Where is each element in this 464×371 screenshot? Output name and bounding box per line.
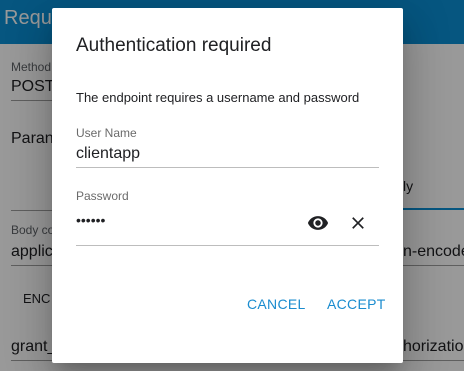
password-label: Password <box>76 189 129 203</box>
close-icon <box>348 213 368 238</box>
eye-icon <box>307 212 329 239</box>
auth-dialog: Authentication required The endpoint req… <box>52 8 403 363</box>
clear-password-button[interactable] <box>344 211 372 239</box>
password-underline <box>76 245 379 246</box>
accept-button[interactable]: ACCEPT <box>327 296 386 312</box>
dialog-title: Authentication required <box>76 35 272 56</box>
visibility-toggle-button[interactable] <box>304 211 332 239</box>
dialog-description: The endpoint requires a username and pas… <box>76 90 360 105</box>
username-input[interactable]: clientapp <box>76 145 140 163</box>
username-label: User Name <box>76 126 137 140</box>
cancel-button[interactable]: CANCEL <box>247 296 306 312</box>
username-underline <box>76 167 379 168</box>
password-input[interactable]: •••••• <box>76 212 105 228</box>
